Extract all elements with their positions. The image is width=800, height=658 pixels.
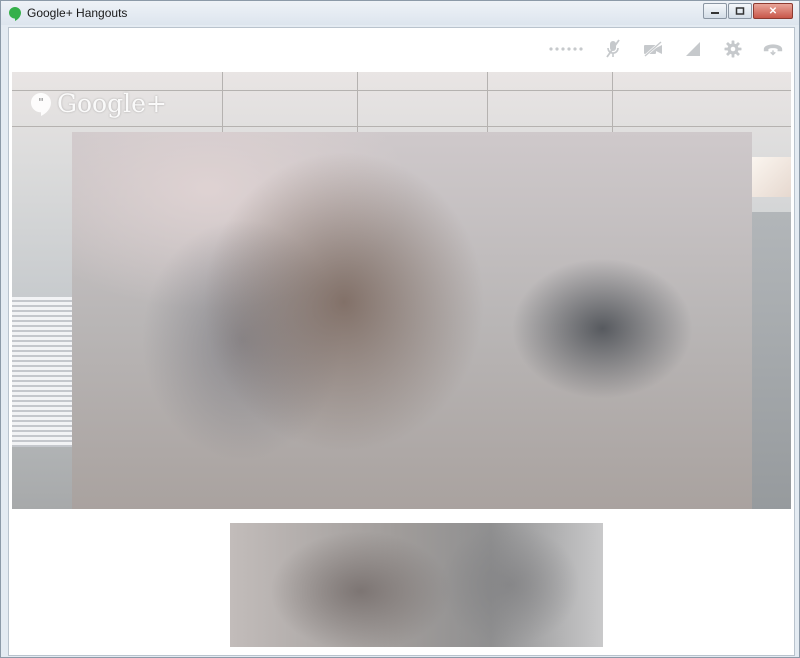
call-toolbar (548, 38, 784, 60)
main-video-feed[interactable]: " Google+ (12, 72, 791, 509)
camera-off-button[interactable] (642, 38, 664, 60)
maximize-icon (735, 7, 745, 15)
ceiling-grid-line (12, 126, 791, 127)
minimize-button[interactable] (703, 3, 727, 19)
background-ceiling-light (751, 157, 791, 197)
title-bar[interactable]: Google+ Hangouts ✕ (1, 1, 799, 25)
self-view-thumbnail[interactable] (230, 523, 603, 647)
ceiling-grid-line (222, 72, 223, 132)
settings-button[interactable] (722, 38, 744, 60)
blurred-participant-video (72, 132, 752, 509)
ceiling-grid-line (487, 72, 488, 132)
window-title: Google+ Hangouts (27, 6, 128, 20)
signal-strength-dots-icon (548, 38, 584, 60)
close-icon: ✕ (768, 5, 778, 17)
mute-mic-button[interactable] (602, 38, 624, 60)
bandwidth-button[interactable] (682, 38, 704, 60)
close-button[interactable]: ✕ (753, 3, 793, 19)
svg-text:": " (38, 96, 44, 109)
google-plus-wordmark: Google+ (57, 89, 167, 118)
background-window-blinds (12, 297, 72, 447)
background-wall (751, 212, 791, 509)
ceiling-grid-line (357, 72, 358, 132)
bandwidth-icon (686, 42, 700, 56)
hangouts-window: Google+ Hangouts ✕ " Google+ (0, 0, 800, 658)
camera-off-icon (644, 41, 662, 57)
maximize-button[interactable] (728, 3, 752, 19)
hangout-content: " Google+ (8, 27, 795, 656)
hangouts-logo-icon: " (31, 92, 51, 116)
mute-mic-icon (606, 39, 620, 58)
ceiling-grid-line (612, 72, 613, 132)
hangouts-app-icon (9, 7, 21, 21)
minimize-icon (711, 12, 719, 14)
google-plus-watermark: " Google+ (29, 89, 167, 118)
window-controls: ✕ (703, 3, 793, 19)
settings-gear-icon (724, 40, 742, 58)
hang-up-button[interactable] (762, 38, 784, 60)
hang-up-icon (763, 44, 783, 56)
